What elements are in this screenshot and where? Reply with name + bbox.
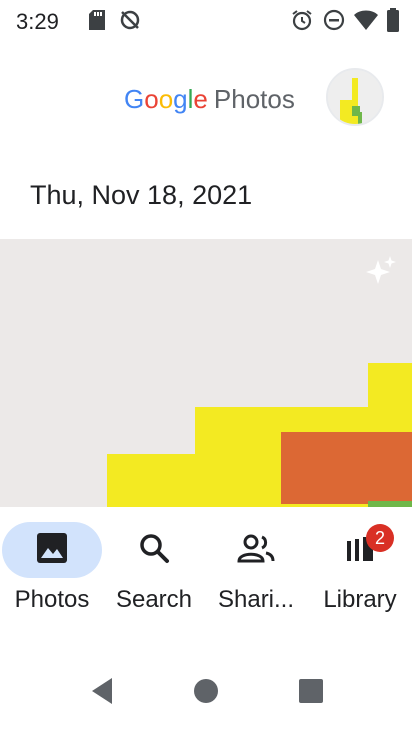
nav-icon-wrap-search [104, 522, 204, 578]
nav-item-sharing[interactable]: Shari... [206, 522, 306, 613]
home-icon[interactable] [192, 676, 220, 711]
nav-item-library[interactable]: 2 Library [308, 522, 412, 613]
google-photos-logo: Google Photos [124, 84, 295, 115]
do-not-disturb-icon [322, 8, 346, 32]
battery-icon [386, 8, 400, 32]
photo-icon [35, 531, 69, 570]
photo-image [0, 239, 412, 507]
status-time: 3:29 [16, 9, 59, 34]
avatar-image [328, 70, 382, 124]
library-badge: 2 [366, 524, 394, 552]
status-bar: 3:29 [0, 0, 412, 44]
nav-icon-wrap-sharing [206, 522, 306, 578]
back-icon[interactable] [88, 676, 116, 711]
nav-item-search[interactable]: Search [104, 522, 204, 613]
logo-google-text: Google [124, 84, 208, 114]
wifi-icon [354, 9, 378, 31]
sync-disabled-icon [118, 8, 142, 32]
sd-card-icon [88, 9, 106, 31]
search-icon [137, 531, 171, 570]
nav-label-search: Search [115, 586, 193, 613]
system-navigation-bar [0, 652, 412, 732]
nav-item-photos[interactable]: Photos [2, 522, 102, 613]
auto-enhance-icon[interactable] [364, 254, 398, 293]
logo-product-text: Photos [213, 84, 295, 114]
bottom-navigation: Photos Search Shari... 2 Library [0, 508, 412, 628]
recents-icon[interactable] [297, 676, 325, 711]
nav-icon-wrap-library: 2 [310, 522, 410, 578]
nav-label-sharing: Shari... [217, 586, 295, 613]
alarm-icon [290, 8, 314, 32]
status-left-icons [88, 8, 142, 32]
date-header: Thu, Nov 18, 2021 [30, 180, 253, 210]
account-avatar[interactable] [326, 68, 384, 126]
nav-label-library: Library [323, 586, 397, 613]
sharing-icon [236, 531, 276, 570]
nav-label-photos: Photos [14, 586, 90, 613]
nav-active-indicator [2, 522, 102, 578]
status-right-icons [290, 8, 400, 32]
photo-thumbnail[interactable] [0, 239, 412, 507]
